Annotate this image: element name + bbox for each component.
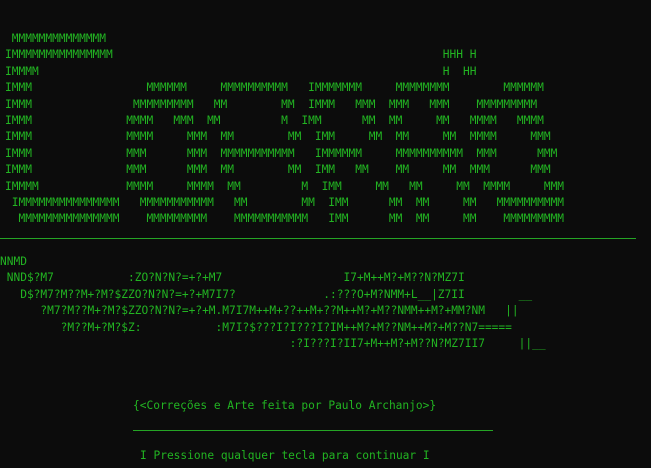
credits-underline <box>133 430 493 431</box>
continue-prompt[interactable]: I Pressione qualquer tecla para continua… <box>140 448 430 464</box>
credits-text: {<Correções e Arte feita por Paulo Archa… <box>133 399 437 412</box>
ascii-subtitle-art: NNMD NND$?M7 :ZO?N?N?=+?+M7 I7+M++M?+M??… <box>0 255 546 351</box>
ascii-title-art: MMMMMMMMMMMMMM IMMMMMMMMMMMMMMM HHH H IM… <box>5 32 565 226</box>
divider-line <box>0 238 636 239</box>
